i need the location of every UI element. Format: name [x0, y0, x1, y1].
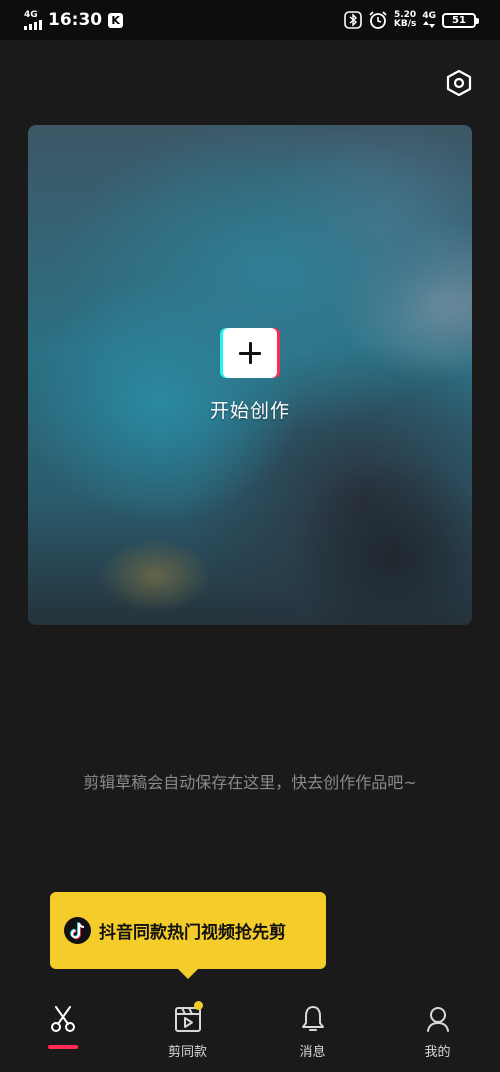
bottom-tab-bar: 剪同款 消息 我的: [0, 995, 500, 1072]
start-creation-label: 开始创作: [209, 400, 291, 422]
network-type-right: 4G: [422, 11, 436, 21]
tiktok-icon: [64, 917, 91, 944]
battery-indicator: 51: [442, 12, 479, 28]
clock: 16:30: [48, 10, 103, 30]
template-promo-text: 抖音同款热门视频抢先剪: [99, 923, 286, 943]
start-creation-card[interactable]: 开始创作: [28, 125, 472, 625]
network-type-left: 4G: [24, 9, 38, 20]
tab-messages-label: 消息: [299, 1045, 326, 1060]
tab-edit[interactable]: [0, 995, 125, 1072]
network-speed: 5.20 KB/s: [394, 11, 416, 29]
start-creation-button[interactable]: 开始创作: [210, 328, 290, 423]
settings-hexagon-icon: [446, 69, 472, 97]
data-arrows-icon: [423, 21, 436, 28]
tab-templates-label: 剪同款: [167, 1045, 207, 1060]
tab-profile[interactable]: 我的: [375, 995, 500, 1072]
scissors-icon: [47, 1003, 79, 1035]
hero-background-hand: [88, 515, 238, 625]
app-notification-icon: K: [108, 12, 124, 28]
new-badge-dot: [194, 1001, 203, 1010]
signal-indicator: 4G: [24, 9, 42, 30]
bluetooth-icon: [344, 11, 362, 29]
signal-bars-icon: [24, 19, 42, 30]
bell-icon: [297, 1003, 329, 1035]
battery-level: 51: [452, 14, 466, 26]
hero-background-figure: [278, 425, 472, 625]
status-bar-left: 4G 16:30 K: [24, 9, 124, 30]
status-bar-right: 5.20 KB/s 4G 51: [344, 10, 479, 30]
profile-icon: [422, 1003, 454, 1035]
plus-icon: [222, 328, 277, 378]
alarm-icon: [369, 11, 387, 29]
template-promo-tooltip[interactable]: 抖音同款热门视频抢先剪: [50, 892, 326, 979]
empty-drafts-hint: 剪辑草稿会自动保存在这里，快去创作作品吧~: [83, 773, 417, 792]
status-bar: 4G 16:30 K 5.20 KB/s 4G 51: [0, 0, 500, 40]
network-speed-unit: KB/s: [393, 19, 417, 29]
tab-profile-label: 我的: [424, 1045, 451, 1060]
active-tab-indicator: [47, 1045, 78, 1049]
tab-templates[interactable]: 剪同款: [125, 995, 250, 1072]
settings-button[interactable]: [444, 68, 474, 98]
tab-messages[interactable]: 消息: [250, 995, 375, 1072]
mobile-data-indicator: 4G: [422, 12, 436, 28]
